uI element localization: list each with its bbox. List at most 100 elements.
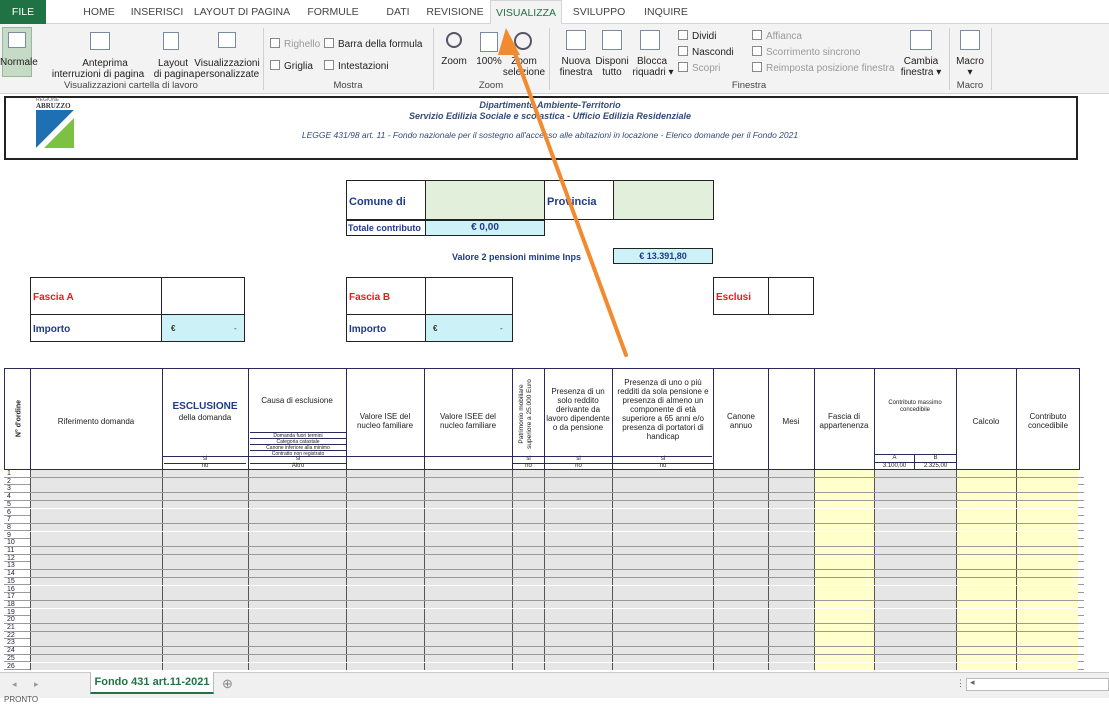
table-cell[interactable] xyxy=(713,547,768,554)
table-cell[interactable] xyxy=(30,662,162,670)
fascia-a-value[interactable] xyxy=(161,277,245,315)
table-cell[interactable] xyxy=(248,531,346,539)
table-cell[interactable] xyxy=(612,593,713,601)
table-cell[interactable] xyxy=(814,554,874,562)
table-cell[interactable] xyxy=(30,577,162,585)
table-cell[interactable] xyxy=(248,639,346,647)
table-cell[interactable] xyxy=(1016,600,1078,608)
table-cell[interactable] xyxy=(874,485,956,493)
table-cell[interactable] xyxy=(544,554,612,562)
table-cell[interactable] xyxy=(874,547,956,554)
table-cell[interactable] xyxy=(512,631,544,639)
table-cell[interactable] xyxy=(544,485,612,493)
table-cell[interactable] xyxy=(512,493,544,501)
table-cell[interactable] xyxy=(162,485,248,493)
table-cell[interactable] xyxy=(713,662,768,670)
table-cell[interactable] xyxy=(874,539,956,547)
table-cell[interactable] xyxy=(346,654,424,662)
table-cell[interactable] xyxy=(874,516,956,524)
table-cell[interactable] xyxy=(612,523,713,531)
table-cell[interactable] xyxy=(874,470,956,477)
zoom-selezione-button[interactable]: Zoom xyxy=(504,56,544,67)
table-cell[interactable] xyxy=(612,585,713,593)
table-cell[interactable] xyxy=(874,616,956,624)
table-cell[interactable] xyxy=(30,500,162,508)
table-cell[interactable] xyxy=(713,608,768,616)
table-cell[interactable] xyxy=(424,547,512,554)
table-cell[interactable] xyxy=(713,624,768,631)
table-cell[interactable] xyxy=(248,562,346,570)
table-cell[interactable] xyxy=(956,562,1016,570)
table-cell[interactable] xyxy=(248,647,346,655)
table-cell[interactable] xyxy=(814,531,874,539)
tab-sviluppo[interactable]: SVILUPPO xyxy=(566,0,632,24)
reimposta-posizione-button[interactable]: Reimposta posizione finestra xyxy=(752,62,894,74)
table-cell[interactable] xyxy=(612,577,713,585)
table-cell[interactable] xyxy=(544,631,612,639)
table-cell[interactable] xyxy=(346,508,424,516)
table-cell[interactable] xyxy=(544,516,612,524)
barra-formula-checkbox[interactable]: Barra della formula xyxy=(324,38,422,50)
sheet-tab-fondo[interactable]: Fondo 431 art.11-2021 xyxy=(90,672,214,694)
table-cell[interactable] xyxy=(248,547,346,554)
table-cell[interactable] xyxy=(346,554,424,562)
table-cell[interactable] xyxy=(248,500,346,508)
table-cell[interactable] xyxy=(512,523,544,531)
table-cell[interactable] xyxy=(346,577,424,585)
table-cell[interactable] xyxy=(162,616,248,624)
table-cell[interactable] xyxy=(768,662,814,670)
table-cell[interactable] xyxy=(30,547,162,554)
table-cell[interactable] xyxy=(956,631,1016,639)
table-cell[interactable] xyxy=(248,631,346,639)
table-cell[interactable] xyxy=(956,577,1016,585)
table-cell[interactable] xyxy=(162,477,248,485)
table-cell[interactable] xyxy=(162,593,248,601)
table-cell[interactable] xyxy=(512,593,544,601)
table-cell[interactable] xyxy=(544,647,612,655)
table-cell[interactable] xyxy=(162,577,248,585)
table-cell[interactable] xyxy=(162,470,248,477)
table-cell[interactable] xyxy=(713,600,768,608)
table-cell[interactable] xyxy=(1016,639,1078,647)
table-cell[interactable] xyxy=(544,493,612,501)
table-cell[interactable] xyxy=(1016,570,1078,578)
table-cell[interactable] xyxy=(512,600,544,608)
table-cell[interactable] xyxy=(424,485,512,493)
table-cell[interactable] xyxy=(162,585,248,593)
table-cell[interactable] xyxy=(346,531,424,539)
table-cell[interactable] xyxy=(814,647,874,655)
scopri-button[interactable]: Scopri xyxy=(678,62,720,74)
add-sheet-icon[interactable]: ⊕ xyxy=(222,676,233,692)
table-cell[interactable] xyxy=(1016,470,1078,477)
table-cell[interactable] xyxy=(713,554,768,562)
table-cell[interactable] xyxy=(162,562,248,570)
table-cell[interactable] xyxy=(346,547,424,554)
table-cell[interactable] xyxy=(544,608,612,616)
table-cell[interactable] xyxy=(30,477,162,485)
blocca-riquadri-button[interactable]: Blocca xyxy=(632,56,672,67)
table-cell[interactable] xyxy=(30,562,162,570)
table-cell[interactable] xyxy=(544,585,612,593)
table-cell[interactable] xyxy=(713,639,768,647)
table-cell[interactable] xyxy=(612,516,713,524)
table-cell[interactable] xyxy=(544,662,612,670)
table-cell[interactable] xyxy=(544,508,612,516)
table-cell[interactable] xyxy=(874,624,956,631)
table-cell[interactable] xyxy=(424,624,512,631)
table-cell[interactable] xyxy=(814,500,874,508)
table-cell[interactable] xyxy=(248,585,346,593)
table-cell[interactable] xyxy=(162,570,248,578)
table-cell[interactable] xyxy=(346,516,424,524)
table-cell[interactable] xyxy=(30,493,162,501)
table-cell[interactable] xyxy=(814,608,874,616)
table-cell[interactable] xyxy=(512,508,544,516)
table-cell[interactable] xyxy=(956,547,1016,554)
table-cell[interactable] xyxy=(768,639,814,647)
table-cell[interactable] xyxy=(713,562,768,570)
table-cell[interactable] xyxy=(768,631,814,639)
table-cell[interactable] xyxy=(248,570,346,578)
table-cell[interactable] xyxy=(30,639,162,647)
tab-home[interactable]: HOME xyxy=(78,0,120,24)
nuova-finestra-button[interactable]: Nuova xyxy=(556,56,596,67)
table-cell[interactable] xyxy=(248,662,346,670)
